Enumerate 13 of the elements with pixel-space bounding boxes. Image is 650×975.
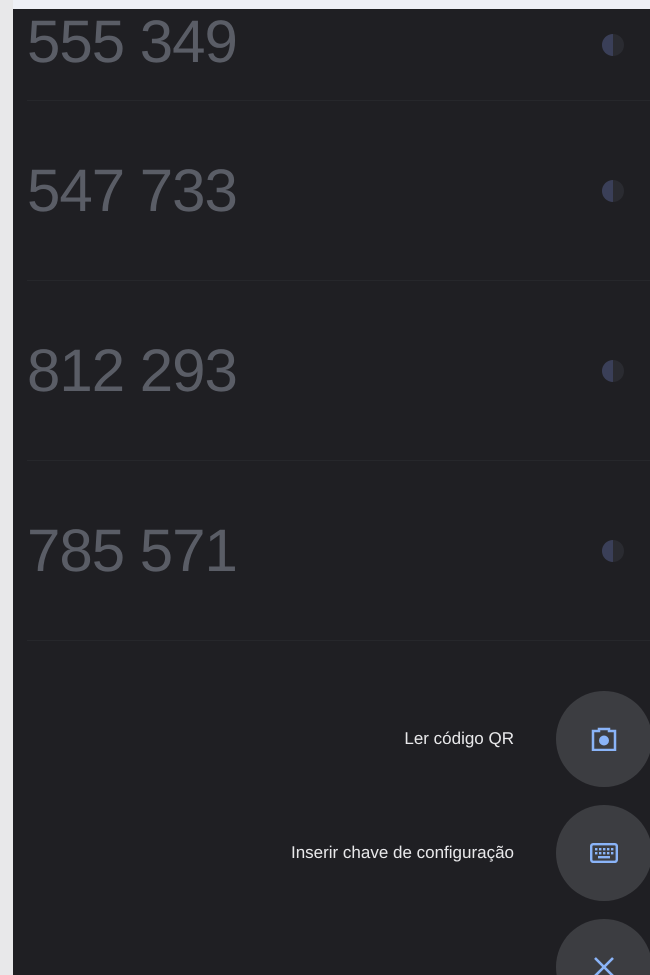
- timer-icon: [602, 540, 624, 562]
- verification-code: 785 571: [27, 520, 237, 580]
- close-icon: [593, 956, 615, 975]
- timer-icon: [602, 180, 624, 202]
- menu-label[interactable]: Inserir chave de configuração: [290, 840, 514, 866]
- keyboard-icon: [590, 843, 618, 863]
- camera-icon: [591, 727, 617, 751]
- verification-code: 547 733: [27, 160, 237, 220]
- verification-code: 812 293: [27, 340, 237, 400]
- verification-code: 555 349: [27, 12, 237, 72]
- menu-label[interactable]: Ler código QR: [404, 726, 514, 752]
- timer-icon: [602, 34, 624, 56]
- timer-icon: [602, 360, 624, 382]
